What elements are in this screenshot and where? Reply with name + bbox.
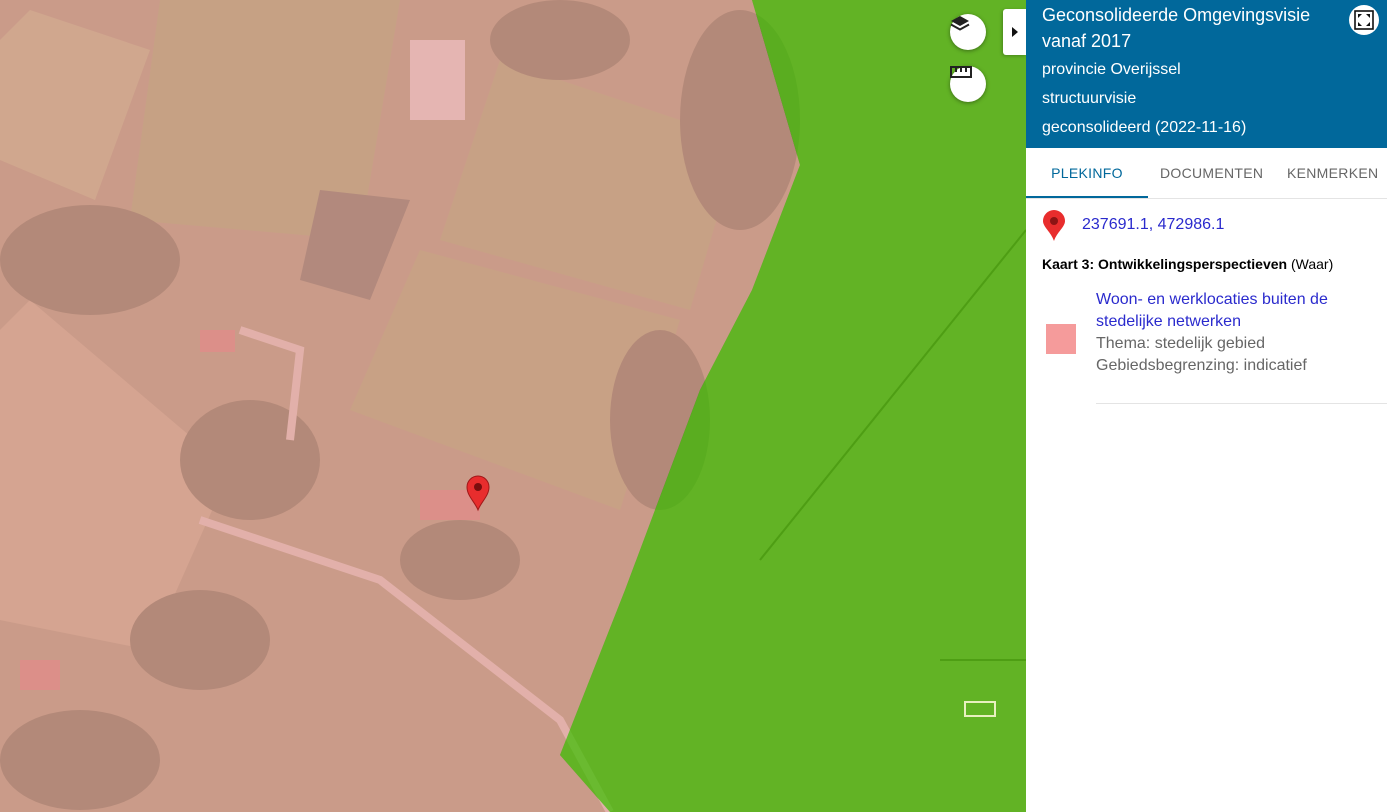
legend-entry: Woon- en werklocaties buiten de stedelij…	[1096, 289, 1376, 377]
fullscreen-icon	[1354, 10, 1374, 30]
kaart-name: Kaart 3: Ontwikkelingsperspectieven	[1042, 256, 1288, 272]
collapse-panel-button[interactable]	[1003, 9, 1026, 55]
plan-status: geconsolideerd (2022-11-16)	[1042, 119, 1247, 136]
coordinates-link[interactable]: 237691.1, 472986.1	[1082, 216, 1224, 234]
location-pin-icon	[1043, 210, 1065, 241]
measure-button[interactable]	[950, 66, 986, 102]
layers-icon	[950, 16, 970, 31]
aerial-map	[0, 0, 1026, 812]
tab-documenten[interactable]: DOCUMENTEN	[1160, 148, 1263, 198]
tab-kenmerken[interactable]: KENMERKEN	[1287, 148, 1378, 198]
legend-swatch	[1046, 324, 1076, 354]
tab-plekinfo[interactable]: PLEKINFO	[1026, 148, 1148, 198]
divider	[1096, 403, 1387, 404]
panel-header: Geconsolideerde Omgevingsvisie vanaf 201…	[1026, 0, 1387, 148]
legend-thema: Thema: stedelijk gebied	[1096, 335, 1265, 352]
panel-tabs: PLEKINFO DOCUMENTEN KENMERKEN	[1026, 148, 1387, 199]
legend-begrenzing: Gebiedsbegrenzing: indicatief	[1096, 357, 1307, 374]
caret-right-icon	[1011, 27, 1018, 37]
kaart-suffix: (Waar)	[1287, 256, 1334, 272]
plan-authority: provincie Overijssel	[1042, 61, 1181, 78]
layers-button[interactable]	[950, 14, 986, 50]
kaart-heading: Kaart 3: Ontwikkelingsperspectieven (Waa…	[1042, 256, 1333, 272]
legend-name-link[interactable]: Woon- en werklocaties buiten de stedelij…	[1096, 289, 1376, 333]
plan-title: Geconsolideerde Omgevingsvisie vanaf 201…	[1042, 5, 1311, 51]
info-panel: Geconsolideerde Omgevingsvisie vanaf 201…	[1026, 0, 1387, 812]
fullscreen-button[interactable]	[1349, 5, 1379, 35]
ruler-icon	[950, 66, 972, 78]
map-view[interactable]	[0, 0, 1026, 812]
plan-type: structuurvisie	[1042, 90, 1137, 107]
